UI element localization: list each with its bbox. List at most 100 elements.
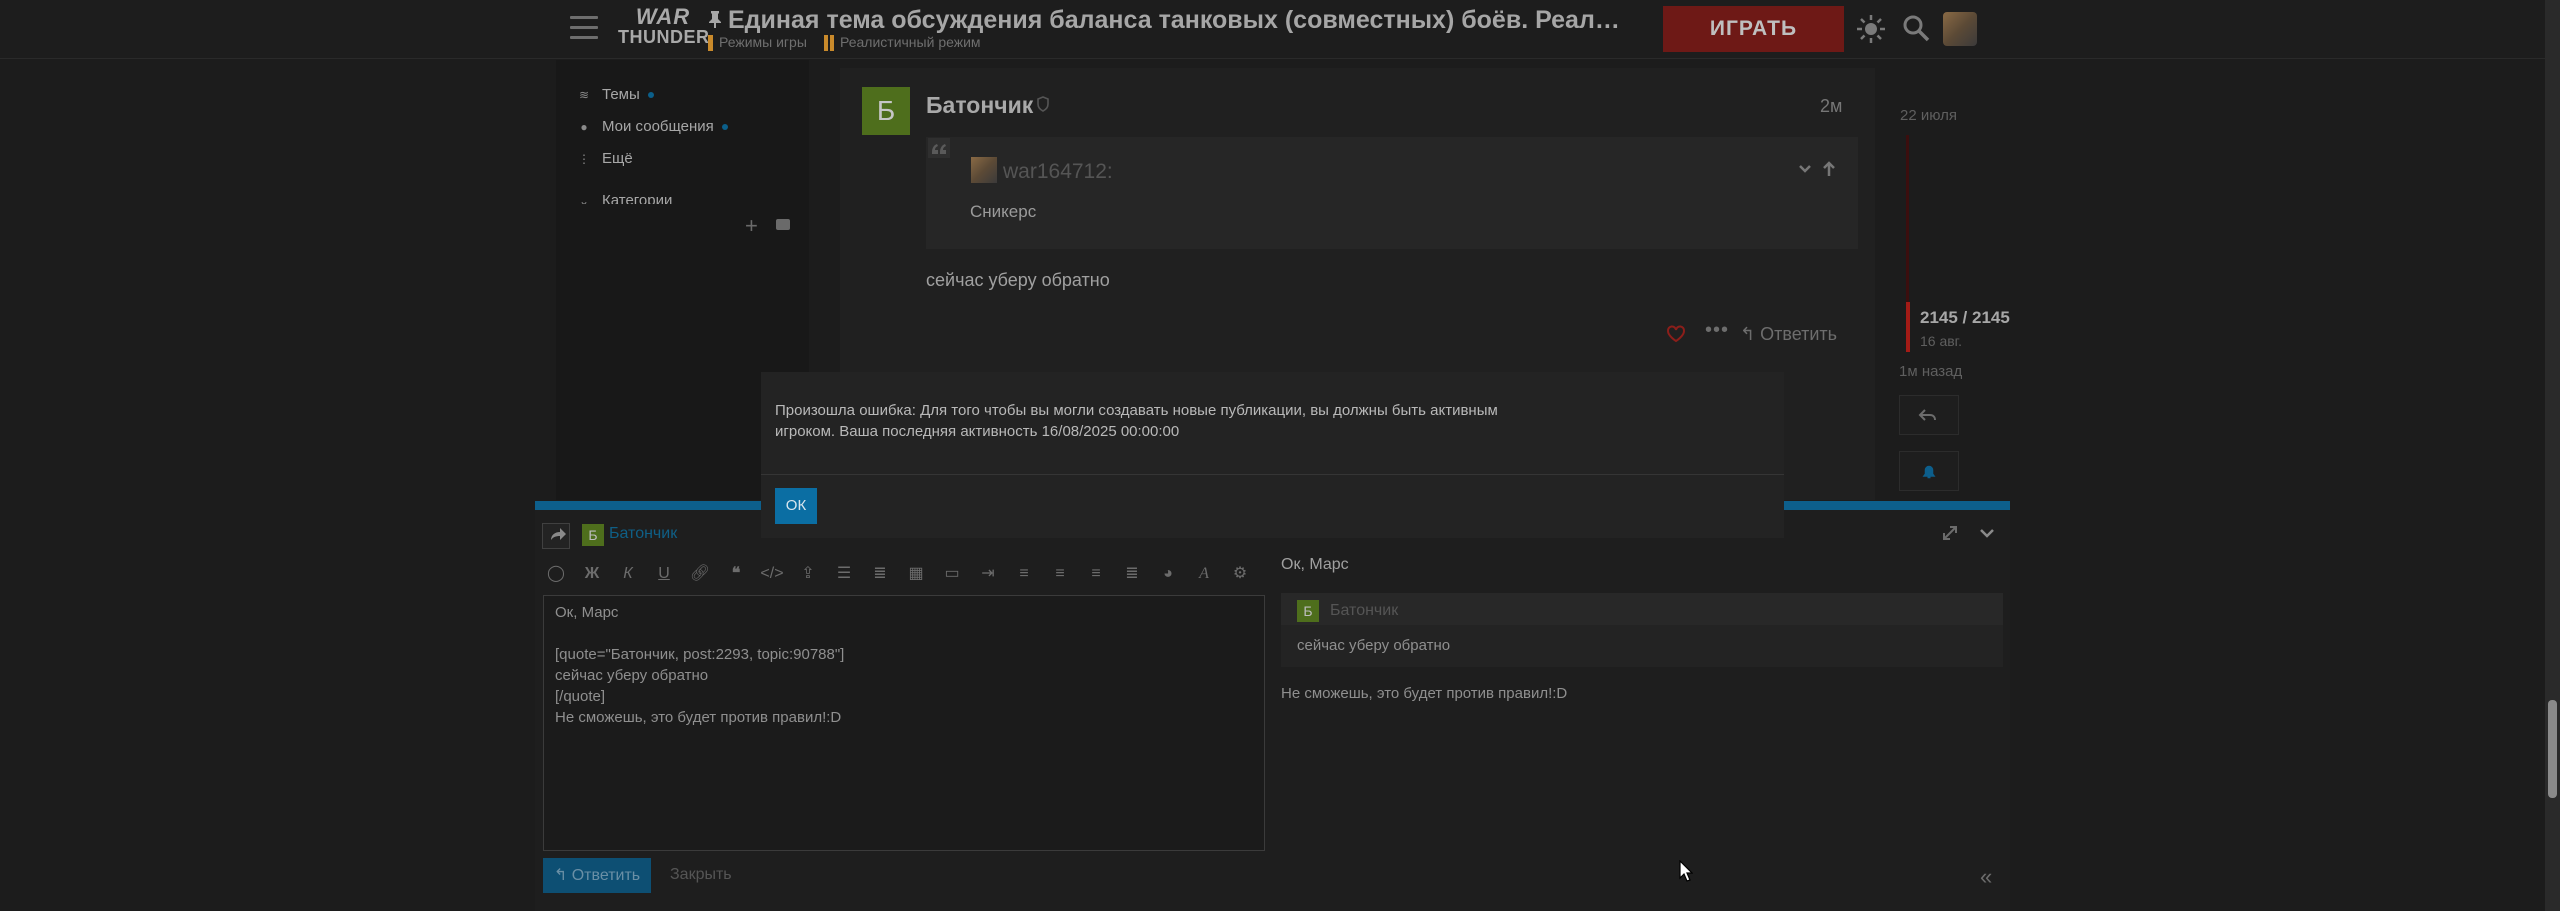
bell-icon [1922, 465, 1936, 479]
align-left-icon[interactable]: ≡ [1011, 557, 1037, 591]
quote-user-avatar [971, 157, 997, 183]
error-message-line: Произошла ошибка: Для того чтобы вы могл… [775, 402, 1498, 419]
error-message-line: игроком. Ваша последняя активность 16/08… [775, 423, 1180, 440]
editor-line: сейчас уберу обратно [555, 667, 709, 684]
collapse-icon[interactable] [1978, 524, 1996, 542]
reply-label: Ответить [1760, 324, 1838, 344]
site-logo[interactable]: WAR THUNDER [618, 6, 710, 54]
reply-icon: ↰ [553, 867, 572, 884]
preview-text: Ок, Марс [1281, 556, 1349, 573]
sidebar-item-topics[interactable]: ≋ Темы [576, 84, 654, 106]
timeline-post-count: 2145 / 2145 [1920, 308, 2010, 327]
logo-line2: THUNDER [618, 27, 710, 47]
quote-mark-icon [928, 138, 950, 158]
topic-title[interactable]: Единая тема обсуждения баланса танковых … [728, 6, 1628, 35]
timeline-date: 16 авг. [1920, 333, 1962, 349]
hamburger-menu-icon[interactable] [570, 16, 598, 40]
post-time[interactable]: 2м [1820, 96, 1842, 117]
mouse-cursor-icon [1679, 860, 1693, 882]
submit-label: Ответить [571, 867, 641, 884]
code-icon[interactable]: </> [759, 557, 785, 591]
post-body: сейчас уберу обратно [926, 270, 1110, 290]
sidebar-item-more[interactable]: ⋮ Ещё [576, 148, 633, 170]
hide-preview-icon[interactable]: « [1980, 864, 1992, 890]
notification-bell-button[interactable] [1899, 451, 1959, 491]
scrollbar-thumb[interactable] [2548, 700, 2557, 798]
layers-icon: ≋ [578, 88, 590, 102]
shield-icon [1037, 96, 1049, 112]
unread-dot [721, 124, 728, 131]
ok-button[interactable]: ОК [775, 488, 817, 524]
align-right-icon[interactable]: ≡ [1083, 557, 1109, 591]
chevron-down-icon[interactable] [1798, 162, 1812, 176]
quote-username[interactable]: war164712: [1003, 160, 1113, 184]
timeline-reply-button[interactable] [1899, 395, 1959, 435]
indent-icon[interactable]: ⇥ [975, 557, 1001, 591]
blockquote-icon[interactable]: ❝ [723, 557, 749, 591]
reply-icon: ↰ [1740, 324, 1761, 344]
quote-block [926, 137, 1858, 249]
upload-icon[interactable]: ⇪ [795, 557, 821, 591]
align-center-icon[interactable]: ≡ [1047, 557, 1073, 591]
image-icon[interactable]: ▭ [939, 557, 965, 591]
category-label: Режимы игры [719, 34, 807, 50]
close-composer-button[interactable]: Закрыть [670, 866, 732, 884]
post-author-avatar[interactable]: Б [862, 87, 910, 135]
palette-icon[interactable]: ◕ [1155, 557, 1181, 591]
underline-icon[interactable]: U [651, 557, 677, 591]
search-icon[interactable] [1902, 14, 1930, 42]
editor-line: Не сможешь, это будет против правил!:D [555, 709, 842, 726]
numbered-list-icon[interactable]: ≣ [867, 557, 893, 591]
preview-quote-avatar: Б [1297, 600, 1319, 622]
more-vertical-icon: ⋮ [578, 152, 590, 166]
arrow-up-icon[interactable] [1822, 161, 1836, 177]
post-author-name[interactable]: Батончик [926, 92, 1033, 119]
sidebar-item-label: Категории [602, 192, 673, 204]
bullet-list-icon[interactable]: ☰ [831, 557, 857, 591]
sidebar-item-label: Ещё [602, 150, 633, 167]
calendar-icon[interactable]: ▦ [903, 557, 929, 591]
timeline-handle[interactable] [1906, 302, 1910, 352]
reply-editor-textarea[interactable]: Ок, Марс [quote="Батончик, post:2293, to… [543, 595, 1265, 851]
chevron-down-icon: ⌄ [578, 194, 590, 204]
sidebar-item-my-posts[interactable]: ● Мои сообщения [576, 116, 728, 138]
category-label: Реалистичный режим [840, 34, 981, 50]
user-icon: ● [580, 120, 588, 134]
reply-action-icon[interactable] [542, 523, 570, 549]
preview-quote-username: Батончик [1330, 602, 1399, 619]
link-icon[interactable]: 🔗︎ [687, 557, 713, 591]
unread-dot [647, 92, 654, 99]
sidebar-item-label: Темы [602, 86, 640, 103]
submit-reply-button[interactable]: ↰ Ответить [543, 858, 651, 893]
reply-to-avatar: Б [582, 524, 604, 546]
editor-line: Ок, Марс [555, 604, 619, 621]
heart-icon[interactable] [1666, 325, 1686, 343]
bold-icon[interactable]: Ж [579, 557, 605, 591]
reply-button[interactable]: ↰ Ответить [1740, 318, 1860, 350]
error-modal [761, 372, 1784, 538]
font-icon[interactable]: A [1191, 557, 1217, 591]
error-message: Произошла ошибка: Для того чтобы вы могл… [775, 400, 1555, 442]
reply-to-username[interactable]: Батончик [609, 525, 677, 543]
modal-divider [761, 474, 1784, 475]
sidebar-section-categories[interactable]: ⌄ Категории [576, 192, 672, 204]
category-badge-realistic[interactable]: Реалистичный режим [824, 34, 981, 52]
play-button[interactable]: ИГРАТЬ [1663, 6, 1844, 52]
preview-body: Не сможешь, это будет против правил!:D [1281, 685, 1568, 702]
add-category-icon[interactable]: + [745, 213, 758, 239]
quote-text: Сникерс [970, 202, 1037, 221]
justify-icon[interactable]: ≣ [1119, 557, 1145, 591]
keyboard-icon[interactable] [776, 219, 790, 230]
sidebar-item-label: Мои сообщения [602, 118, 714, 135]
italic-icon[interactable]: К [615, 557, 641, 591]
reply-icon [1918, 409, 1936, 421]
more-horizontal-icon[interactable]: ••• [1705, 320, 1728, 343]
timeline-start-date[interactable]: 22 июля [1900, 107, 1957, 124]
expand-icon[interactable] [1941, 524, 1959, 542]
timeline-last-activity[interactable]: 1м назад [1899, 363, 1962, 380]
speech-bubble-icon[interactable]: ◯ [543, 557, 569, 591]
user-avatar[interactable] [1943, 12, 1977, 46]
category-badge-game-modes[interactable]: Режимы игры [708, 34, 807, 52]
sun-icon[interactable] [1856, 14, 1886, 44]
gear-icon[interactable]: ⚙ [1227, 557, 1253, 591]
